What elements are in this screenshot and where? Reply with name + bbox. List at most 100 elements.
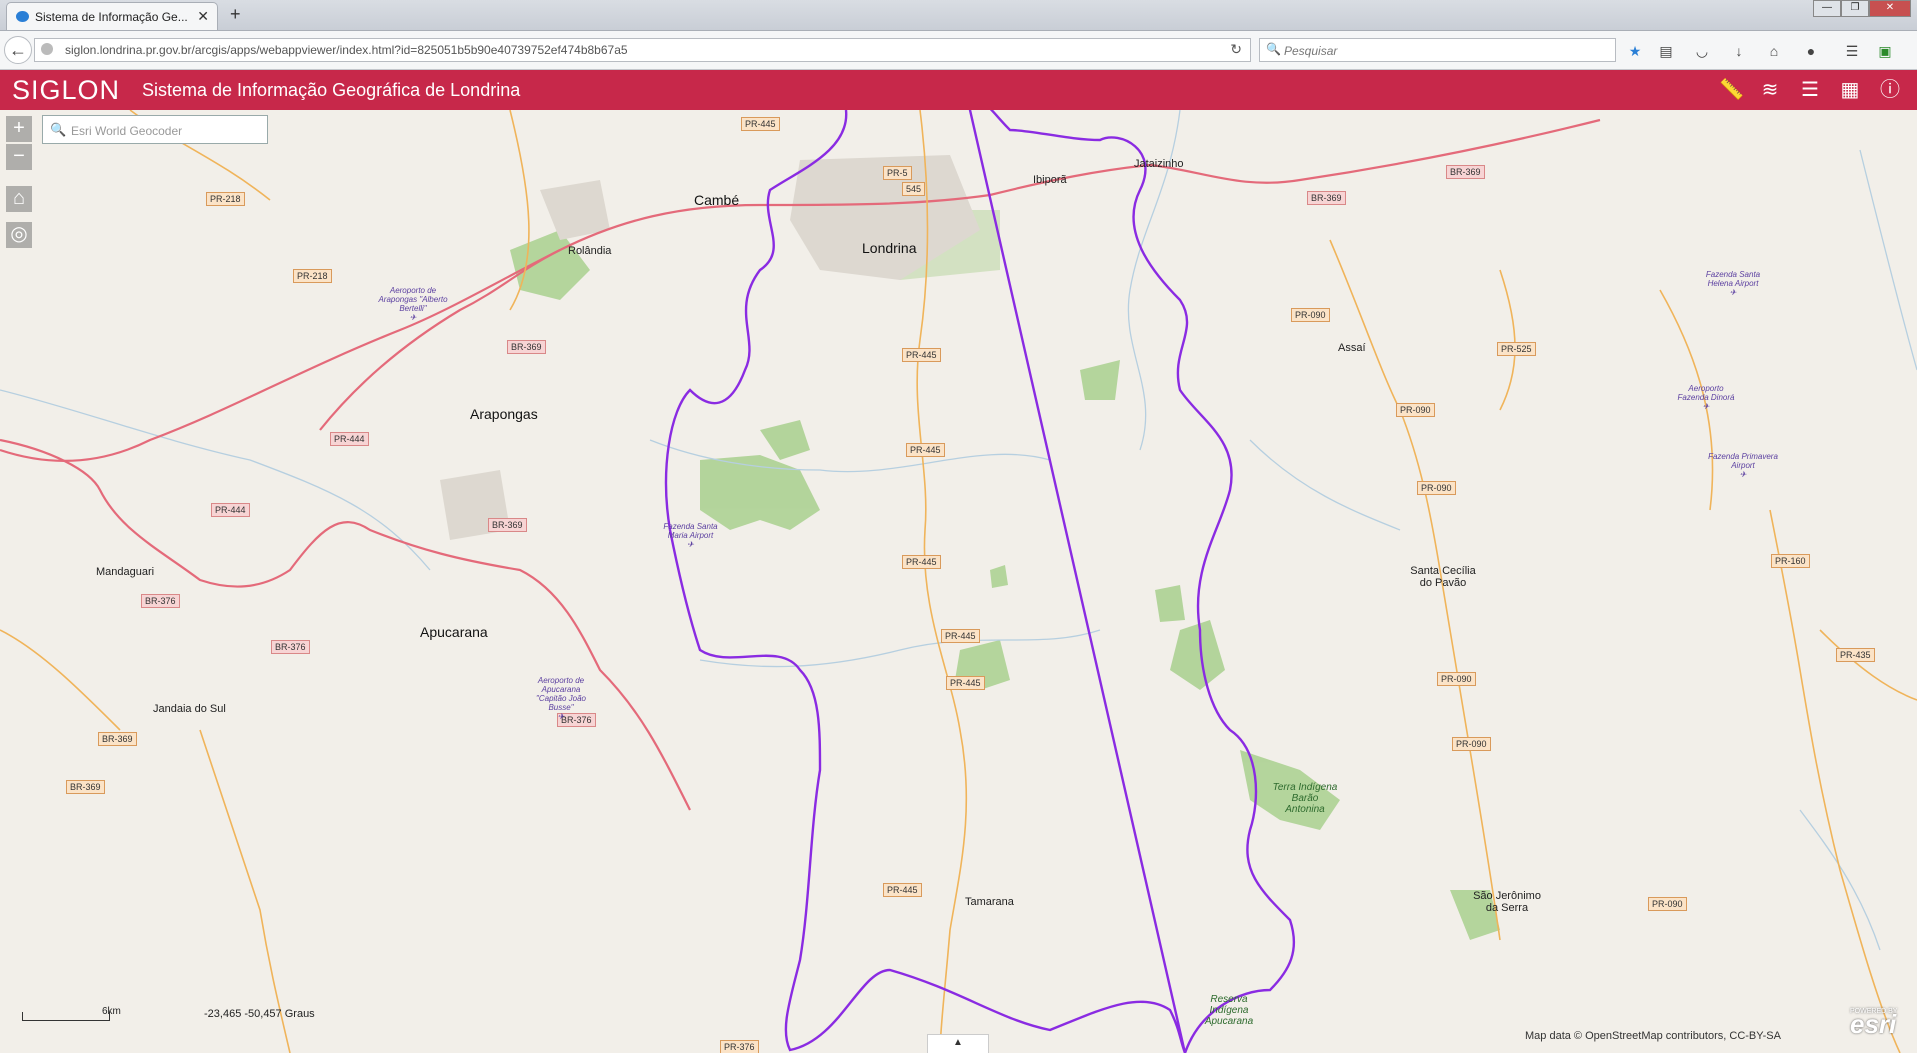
airport-icon: ✈ bbox=[409, 313, 417, 322]
site-info-icon[interactable] bbox=[41, 43, 53, 55]
address-url: siglon.londrina.pr.gov.br/arcgis/apps/we… bbox=[65, 43, 628, 57]
map-label-airport: Aeroporto de Arapongas "Alberto Bertelli… bbox=[378, 286, 448, 322]
road-shield: PR-090 bbox=[1437, 672, 1476, 686]
locate-button[interactable]: ◎ bbox=[6, 222, 32, 248]
map-basemap bbox=[0, 110, 1917, 1053]
airport-name: Fazenda Primavera Airport bbox=[1708, 452, 1778, 470]
map-label-city: São Jerônimo da Serra bbox=[1473, 890, 1541, 914]
address-bar[interactable]: siglon.londrina.pr.gov.br/arcgis/apps/we… bbox=[34, 38, 1251, 62]
airport-name: Aeroporto de Arapongas "Alberto Bertelli… bbox=[378, 286, 448, 313]
road-shield: PR-445 bbox=[883, 883, 922, 897]
bottom-panel-toggle-button[interactable]: ▲ bbox=[927, 1034, 989, 1053]
maximize-button[interactable]: ❐ bbox=[1841, 0, 1869, 17]
info-icon[interactable]: ⓘ bbox=[1878, 78, 1902, 102]
map-label-city: Apucarana bbox=[420, 624, 488, 640]
airport-icon: ✈ bbox=[1739, 470, 1747, 479]
extension-icon[interactable]: ▣ bbox=[1876, 43, 1894, 59]
airport-icon: ✈ bbox=[1702, 402, 1710, 411]
road-shield: PR-435 bbox=[1836, 648, 1875, 662]
reload-icon[interactable]: ↻ bbox=[1230, 41, 1242, 58]
map-view[interactable]: + − ⌂ ◎ 🔍 Esri World Geocoder Cambé Lond… bbox=[0, 110, 1917, 1053]
map-label-city: Tamarana bbox=[965, 896, 1014, 908]
map-label-reserve: Terra Indígena Barão Antonina bbox=[1272, 782, 1338, 815]
map-label-city: Santa Cecília do Pavão bbox=[1410, 565, 1476, 589]
home-icon[interactable]: ⌂ bbox=[1765, 43, 1783, 59]
map-label-airport: Fazenda Santa Helena Airport ✈ bbox=[1700, 270, 1766, 297]
map-label-airport: Fazenda Santa Maria Airport ✈ bbox=[658, 522, 723, 549]
scale-bar bbox=[22, 1012, 110, 1021]
search-icon: 🔍 bbox=[1266, 42, 1281, 56]
road-shield: PR-090 bbox=[1648, 897, 1687, 911]
home-extent-button[interactable]: ⌂ bbox=[6, 186, 32, 212]
road-shield: PR-445 bbox=[902, 555, 941, 569]
map-label-city: Jataizinho bbox=[1134, 158, 1184, 170]
scale-label: 6km bbox=[102, 1006, 121, 1017]
map-label-city: Londrina bbox=[862, 240, 917, 256]
geocoder-search-input[interactable]: 🔍 Esri World Geocoder bbox=[42, 115, 268, 144]
back-button[interactable]: ← bbox=[4, 36, 32, 64]
road-shield: BR-369 bbox=[507, 340, 546, 354]
map-attribution: Map data © OpenStreetMap contributors, C… bbox=[1525, 1030, 1781, 1042]
download-icon[interactable]: ↓ bbox=[1730, 43, 1748, 59]
road-shield: PR-445 bbox=[902, 348, 941, 362]
road-shield: PR-445 bbox=[906, 443, 945, 457]
road-shield: BR-376 bbox=[271, 640, 310, 654]
map-label-airport: Aeroporto de Apucarana "Capitão João Bus… bbox=[528, 676, 594, 721]
siglon-logo: SIGLON bbox=[12, 75, 121, 105]
coordinate-readout: -23,465 -50,457 Graus bbox=[204, 1008, 315, 1020]
widgets-icon[interactable]: ▦ bbox=[1838, 78, 1862, 102]
airport-icon: ✈ bbox=[557, 712, 565, 721]
road-shield: BR-369 bbox=[1307, 191, 1346, 205]
browser-tab-bar: Sistema de Informação Ge... ✕ + — ❐ ✕ bbox=[0, 0, 1917, 31]
minimize-button[interactable]: — bbox=[1813, 0, 1841, 17]
road-shield: PR-445 bbox=[946, 676, 985, 690]
map-label-reserve: Reserva Indígena Apucarana bbox=[1204, 994, 1254, 1027]
legend-icon[interactable]: ☰ bbox=[1798, 78, 1822, 102]
airport-icon: ✈ bbox=[1729, 288, 1737, 297]
road-shield: PR-218 bbox=[293, 269, 332, 283]
pocket-icon[interactable]: ◡ bbox=[1693, 43, 1711, 59]
map-label-city: Ibiporã bbox=[1033, 174, 1067, 186]
star-icon[interactable]: ★ bbox=[1626, 43, 1644, 59]
tab-close-icon[interactable]: ✕ bbox=[197, 8, 209, 25]
new-tab-button[interactable]: + bbox=[230, 4, 241, 25]
road-shield: PR-090 bbox=[1291, 308, 1330, 322]
road-shield: PR-218 bbox=[206, 192, 245, 206]
road-shield: BR-369 bbox=[1446, 165, 1485, 179]
road-shield: PR-445 bbox=[741, 117, 780, 131]
zoom-out-button[interactable]: − bbox=[6, 144, 32, 170]
road-shield: PR-444 bbox=[211, 503, 250, 517]
browser-tab[interactable]: Sistema de Informação Ge... ✕ bbox=[6, 2, 218, 30]
map-label-city: Cambé bbox=[694, 192, 740, 208]
menu-icon[interactable]: ☰ bbox=[1843, 43, 1861, 59]
road-shield: 545 bbox=[902, 182, 926, 196]
tab-title: Sistema de Informação Ge... bbox=[35, 10, 188, 24]
esri-logo-text: esri bbox=[1850, 1009, 1897, 1039]
geocoder-placeholder: Esri World Geocoder bbox=[71, 124, 183, 138]
road-shield: BR-369 bbox=[66, 780, 105, 794]
zoom-in-button[interactable]: + bbox=[6, 116, 32, 142]
road-shield: PR-445 bbox=[941, 629, 980, 643]
search-icon: 🔍 bbox=[50, 122, 67, 137]
road-shield: PR-090 bbox=[1452, 737, 1491, 751]
road-shield: PR-160 bbox=[1771, 554, 1810, 568]
reading-list-icon[interactable]: ▤ bbox=[1657, 43, 1675, 59]
map-label-airport: Fazenda Primavera Airport ✈ bbox=[1706, 452, 1780, 479]
measure-icon[interactable]: 📏 bbox=[1719, 78, 1744, 102]
site-favicon-icon bbox=[16, 11, 29, 22]
road-shield: BR-369 bbox=[98, 732, 137, 746]
road-shield: PR-090 bbox=[1417, 481, 1456, 495]
road-shield: BR-369 bbox=[488, 518, 527, 532]
browser-search-box[interactable]: 🔍 Pesquisar bbox=[1259, 38, 1616, 62]
road-shield: PR-376 bbox=[720, 1040, 759, 1053]
map-label-city: Mandaguari bbox=[96, 566, 155, 578]
app-header: SIGLON Sistema de Informação Geográfica … bbox=[0, 70, 1917, 110]
chat-icon[interactable]: ● bbox=[1802, 43, 1820, 59]
close-window-button[interactable]: ✕ bbox=[1869, 0, 1911, 17]
map-label-city: Jandaia do Sul bbox=[153, 703, 226, 715]
road-shield: PR-525 bbox=[1497, 342, 1536, 356]
layers-icon[interactable]: ≋ bbox=[1758, 78, 1782, 102]
airport-name: Aeroporto de Apucarana "Capitão João Bus… bbox=[536, 676, 586, 712]
search-placeholder: Pesquisar bbox=[1284, 44, 1338, 58]
road-shield: PR-5 bbox=[883, 166, 912, 180]
